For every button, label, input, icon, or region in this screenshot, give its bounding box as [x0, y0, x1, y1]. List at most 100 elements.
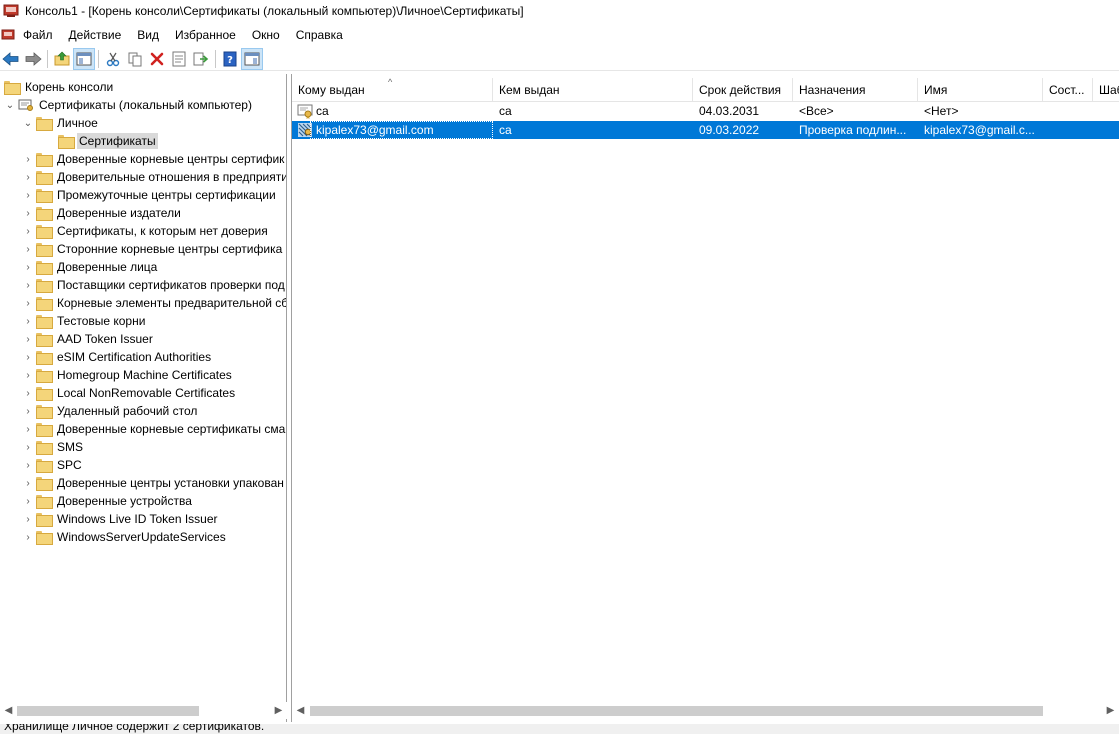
tree-item-store[interactable]: › Windows Live ID Token Issuer — [22, 510, 220, 528]
column-header-issued-to[interactable]: Кому выдан ^ — [292, 78, 493, 102]
tree-item-store[interactable]: › Доверенные центры установки упакован — [22, 474, 286, 492]
tree-item-store[interactable]: › AAD Token Issuer — [22, 330, 155, 348]
tree-horizontal-scrollbar[interactable]: ◀ ▶ — [0, 702, 287, 719]
tree-item-store[interactable]: › WindowsServerUpdateServices — [22, 528, 228, 546]
tree-item-store[interactable]: › Доверенные корневые центры сертифик — [22, 150, 286, 168]
tree-item-label: Доверенные лица — [57, 260, 158, 274]
column-header-label: Кому выдан — [298, 83, 365, 97]
expand-chevron-icon[interactable]: › — [22, 474, 34, 492]
expand-chevron-icon[interactable]: › — [22, 312, 34, 330]
tree-item-store[interactable]: › SPC — [22, 456, 84, 474]
tree-item-store[interactable]: › Доверенные корневые сертификаты сма — [22, 420, 286, 438]
expand-chevron-icon[interactable]: › — [22, 402, 34, 420]
expand-chevron-icon[interactable]: › — [22, 492, 34, 510]
tree-item-store[interactable]: › Промежуточные центры сертификации — [22, 186, 278, 204]
tree-item-store[interactable]: › SMS — [22, 438, 85, 456]
collapse-chevron-icon[interactable]: ⌄ — [22, 114, 34, 132]
tree-item-store[interactable]: › Сертификаты, к которым нет доверия — [22, 222, 270, 240]
expand-chevron-icon[interactable]: › — [22, 222, 34, 240]
action-pane-icon[interactable] — [241, 47, 263, 70]
scroll-right-icon[interactable]: ▶ — [270, 702, 287, 719]
certificate-list[interactable]: Кому выдан ^ Кем выдан Срок действия Наз… — [291, 74, 1119, 722]
tree-item-store[interactable]: › Доверенные издатели — [22, 204, 183, 222]
expand-chevron-icon[interactable]: › — [22, 510, 34, 528]
up-folder-icon[interactable] — [51, 48, 73, 70]
expand-chevron-icon[interactable]: › — [22, 240, 34, 258]
expand-chevron-icon[interactable]: › — [22, 366, 34, 384]
expand-chevron-icon[interactable]: › — [22, 528, 34, 546]
tree-item-store[interactable]: › Сторонние корневые центры сертифика — [22, 240, 284, 258]
expand-chevron-icon[interactable]: › — [22, 330, 34, 348]
properties-icon[interactable] — [168, 48, 190, 70]
back-arrow-icon[interactable] — [0, 48, 22, 70]
menu-file[interactable]: Файл — [15, 24, 61, 46]
tree-item-store[interactable]: › Homegroup Machine Certificates — [22, 366, 234, 384]
scroll-right-icon[interactable]: ▶ — [1102, 702, 1119, 719]
expand-chevron-icon[interactable]: › — [22, 348, 34, 366]
export-icon[interactable] — [190, 48, 212, 70]
menu-window[interactable]: Окно — [244, 24, 288, 46]
folder-icon — [36, 457, 53, 473]
tree-item-store[interactable]: › eSIM Certification Authorities — [22, 348, 213, 366]
help-icon[interactable]: ? — [219, 48, 241, 70]
tree-item-label: Local NonRemovable Certificates — [57, 386, 236, 400]
console-tree[interactable]: Корень консоли ⌄ Сертификаты (локальный … — [0, 74, 287, 722]
column-header-friendly-name[interactable]: Имя — [918, 78, 1043, 102]
menu-help[interactable]: Справка — [288, 24, 351, 46]
expand-chevron-icon[interactable]: › — [22, 150, 34, 168]
window-title: Консоль1 - [Корень консоли\Сертификаты (… — [25, 4, 524, 18]
status-text: Хранилище Личное содержит 2 сертификатов… — [4, 724, 265, 733]
copy-icon[interactable] — [124, 48, 146, 70]
expand-chevron-icon[interactable]: › — [22, 204, 34, 222]
tree-item-store[interactable]: › Корневые элементы предварительной сб — [22, 294, 286, 312]
tree-item-store[interactable]: › Доверенные лица — [22, 258, 159, 276]
cut-icon[interactable] — [102, 48, 124, 70]
tree-item-store[interactable]: › Local NonRemovable Certificates — [22, 384, 237, 402]
expand-chevron-icon[interactable]: › — [22, 420, 34, 438]
table-row[interactable]: ca ca 04.03.2031 <Все> <Нет> — [292, 102, 1119, 120]
tree-item-console-root[interactable]: Корень консоли — [2, 78, 115, 96]
tree-item-store[interactable]: › Доверительные отношения в предприяти — [22, 168, 286, 186]
menu-favorites[interactable]: Избранное — [167, 24, 244, 46]
tree-item-label: Сертификаты — [77, 133, 158, 149]
tree-item-personal-certificates[interactable]: Сертификаты — [56, 132, 158, 150]
menu-view[interactable]: Вид — [129, 24, 167, 46]
tree-item-personal[interactable]: ⌄ Личное — [22, 114, 100, 132]
folder-icon — [36, 421, 53, 437]
column-header-issued-by[interactable]: Кем выдан — [493, 78, 693, 102]
expand-chevron-icon[interactable]: › — [22, 438, 34, 456]
tree-item-label: Доверенные устройства — [57, 494, 192, 508]
column-header-intended-purposes[interactable]: Назначения — [793, 78, 918, 102]
expand-chevron-icon[interactable]: › — [22, 258, 34, 276]
toolbar-separator — [215, 49, 216, 68]
tree-item-local-computer-certificates[interactable]: ⌄ Сертификаты (локальный компьютер) — [4, 96, 254, 114]
forward-arrow-icon[interactable] — [22, 48, 44, 70]
collapse-chevron-icon[interactable]: ⌄ — [4, 96, 16, 114]
tree-item-label: Удаленный рабочий стол — [57, 404, 198, 418]
scrollbar-thumb[interactable] — [310, 706, 1043, 716]
table-row[interactable]: kipalex73@gmail.com ca 09.03.2022 Провер… — [292, 121, 1119, 139]
tree-item-store[interactable]: › Тестовые корни — [22, 312, 147, 330]
delete-icon[interactable] — [146, 48, 168, 70]
show-hide-tree-icon[interactable] — [73, 47, 95, 70]
expand-chevron-icon[interactable]: › — [22, 168, 34, 186]
tree-item-store[interactable]: › Удаленный рабочий стол — [22, 402, 199, 420]
column-header-status[interactable]: Сост... — [1043, 78, 1093, 102]
list-horizontal-scrollbar[interactable]: ◀ ▶ — [292, 702, 1119, 719]
scroll-left-icon[interactable]: ◀ — [292, 702, 309, 719]
list-header: Кому выдан ^ Кем выдан Срок действия Наз… — [292, 78, 1119, 102]
expand-chevron-icon[interactable]: › — [22, 384, 34, 402]
system-menu-icon[interactable] — [1, 27, 15, 43]
scrollbar-thumb[interactable] — [17, 706, 199, 716]
expand-chevron-icon[interactable]: › — [22, 294, 34, 312]
expand-chevron-icon[interactable]: › — [22, 276, 34, 294]
expand-chevron-icon[interactable]: › — [22, 186, 34, 204]
menu-action[interactable]: Действие — [61, 24, 130, 46]
column-header-template[interactable]: Шаб — [1093, 78, 1119, 102]
scroll-left-icon[interactable]: ◀ — [0, 702, 17, 719]
column-header-expiration[interactable]: Срок действия — [693, 78, 793, 102]
folder-icon — [36, 331, 53, 347]
expand-chevron-icon[interactable]: › — [22, 456, 34, 474]
tree-item-store[interactable]: › Доверенные устройства — [22, 492, 194, 510]
tree-item-store[interactable]: › Поставщики сертификатов проверки под — [22, 276, 286, 294]
